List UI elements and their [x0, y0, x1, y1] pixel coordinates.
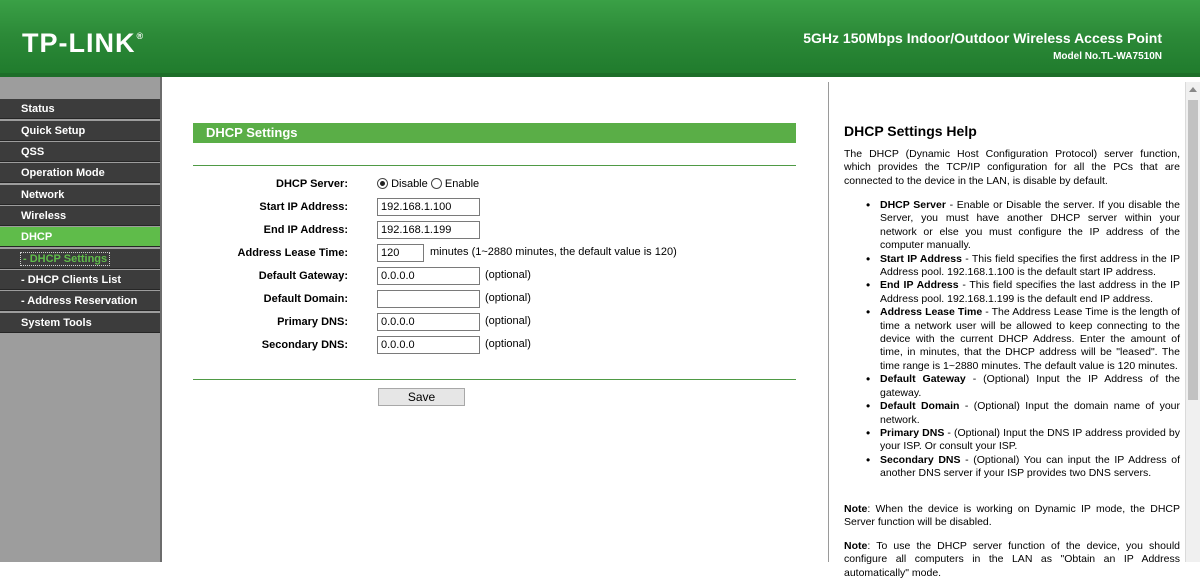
sidebar-item-quick-setup[interactable]: Quick Setup	[0, 121, 160, 141]
default-gateway-input[interactable]: 0.0.0.0	[377, 267, 480, 285]
default-gateway-label: Default Gateway:	[258, 270, 348, 282]
help-term: Default Domain	[880, 400, 960, 413]
main-panel: DHCP Settings DHCP Server: Disable Enabl…	[162, 77, 828, 562]
help-title: DHCP Settings Help	[844, 123, 977, 139]
header-banner: TP-LINK® 5GHz 150Mbps Indoor/Outdoor Wir…	[0, 0, 1200, 77]
help-item: Default Gateway - (Optional) Input the I…	[844, 373, 1180, 400]
help-term: Address Lease Time	[880, 306, 983, 319]
scroll-up-arrow-icon[interactable]	[1189, 87, 1197, 92]
primary-dns-input[interactable]: 0.0.0.0	[377, 313, 480, 331]
help-item: Secondary DNS - (Optional) You can input…	[844, 454, 1180, 481]
help-term: Default Gateway	[880, 373, 966, 386]
scroll-thumb[interactable]	[1188, 100, 1198, 400]
gateway-optional-note: (optional)	[485, 269, 531, 281]
end-ip-label: End IP Address:	[263, 224, 348, 236]
divider-top	[193, 165, 796, 166]
lease-time-label: Address Lease Time:	[237, 247, 348, 259]
secondary-dns-input[interactable]: 0.0.0.0	[377, 336, 480, 354]
secondary-dns-optional-note: (optional)	[485, 338, 531, 350]
help-term: Primary DNS	[880, 426, 945, 439]
disable-radio[interactable]	[377, 178, 388, 189]
start-ip-label: Start IP Address:	[259, 201, 348, 213]
help-item: DHCP Server - Enable or Disable the serv…	[844, 199, 1180, 253]
sidebar-item-dhcp-settings[interactable]: - DHCP Settings	[0, 249, 160, 269]
help-item: Primary DNS - (Optional) Input the DNS I…	[844, 427, 1180, 454]
sidebar-item-system-tools[interactable]: System Tools	[0, 313, 160, 333]
sidebar-item-address-reservation[interactable]: - Address Reservation	[0, 291, 160, 311]
default-domain-label: Default Domain:	[263, 293, 348, 305]
model-number: Model No.TL-WA7510N	[1053, 51, 1162, 62]
help-term: Start IP Address	[880, 252, 962, 265]
help-item: Start IP Address - This field specifies …	[844, 253, 1180, 280]
end-ip-input[interactable]: 192.168.1.199	[377, 221, 480, 239]
help-term: DHCP Server	[880, 199, 946, 211]
lease-time-input[interactable]: 120	[377, 244, 424, 262]
product-title: 5GHz 150Mbps Indoor/Outdoor Wireless Acc…	[803, 30, 1162, 46]
help-note-client-config: Note: To use the DHCP server function of…	[844, 540, 1180, 580]
sidebar-item-qss[interactable]: QSS	[0, 142, 160, 162]
sidebar: Status Quick Setup QSS Operation Mode Ne…	[0, 77, 162, 562]
disable-label: Disable	[391, 178, 428, 190]
sidebar-item-dhcp[interactable]: DHCP	[0, 227, 160, 247]
registered-mark: ®	[136, 31, 145, 41]
help-term: End IP Address	[880, 279, 959, 292]
secondary-dns-label: Secondary DNS:	[261, 339, 348, 351]
enable-radio[interactable]	[430, 178, 442, 189]
dhcp-server-label: DHCP Server:	[276, 178, 348, 190]
primary-dns-label: Primary DNS:	[277, 316, 348, 328]
save-button[interactable]: Save	[378, 388, 465, 406]
note-text: : When the device is working on Dynamic …	[844, 503, 1180, 529]
divider-bottom	[193, 379, 796, 380]
note-term: Note	[844, 503, 868, 515]
help-item: Address Lease Time - The Address Lease T…	[844, 306, 1180, 373]
help-panel: DHCP Settings Help The DHCP (Dynamic Hos…	[828, 82, 1185, 579]
note-term: Note	[844, 540, 868, 552]
lease-time-note: minutes (1~2880 minutes, the default val…	[430, 246, 677, 258]
logo-text: TP-LINK	[22, 28, 136, 58]
help-note-dynamic-ip: Note: When the device is working on Dyna…	[844, 503, 1180, 530]
start-ip-input[interactable]: 192.168.1.100	[377, 198, 480, 216]
sidebar-item-status[interactable]: Status	[0, 99, 160, 119]
sidebar-item-network[interactable]: Network	[0, 185, 160, 205]
note-text: : To use the DHCP server function of the…	[844, 540, 1180, 579]
primary-dns-optional-note: (optional)	[485, 315, 531, 327]
help-item: End IP Address - This field specifies th…	[844, 279, 1180, 306]
page-title: DHCP Settings	[193, 123, 796, 143]
default-domain-input[interactable]	[377, 290, 480, 308]
sidebar-item-dhcp-clients-list[interactable]: - DHCP Clients List	[0, 270, 160, 290]
tp-link-logo: TP-LINK®	[22, 28, 144, 59]
help-list: DHCP Server - Enable or Disable the serv…	[844, 199, 1180, 481]
domain-optional-note: (optional)	[485, 292, 531, 304]
help-scrollbar[interactable]	[1185, 82, 1200, 562]
dhcp-server-radio-group: Disable Enable	[377, 178, 479, 190]
sidebar-item-operation-mode[interactable]: Operation Mode	[0, 163, 160, 183]
help-intro: The DHCP (Dynamic Host Configuration Pro…	[844, 148, 1180, 187]
enable-label: Enable	[444, 178, 480, 190]
sidebar-item-wireless[interactable]: Wireless	[0, 206, 160, 226]
help-term: Secondary DNS	[880, 453, 961, 466]
help-item: Default Domain - (Optional) Input the do…	[844, 400, 1180, 427]
sidebar-item-label: - DHCP Settings	[19, 252, 111, 266]
